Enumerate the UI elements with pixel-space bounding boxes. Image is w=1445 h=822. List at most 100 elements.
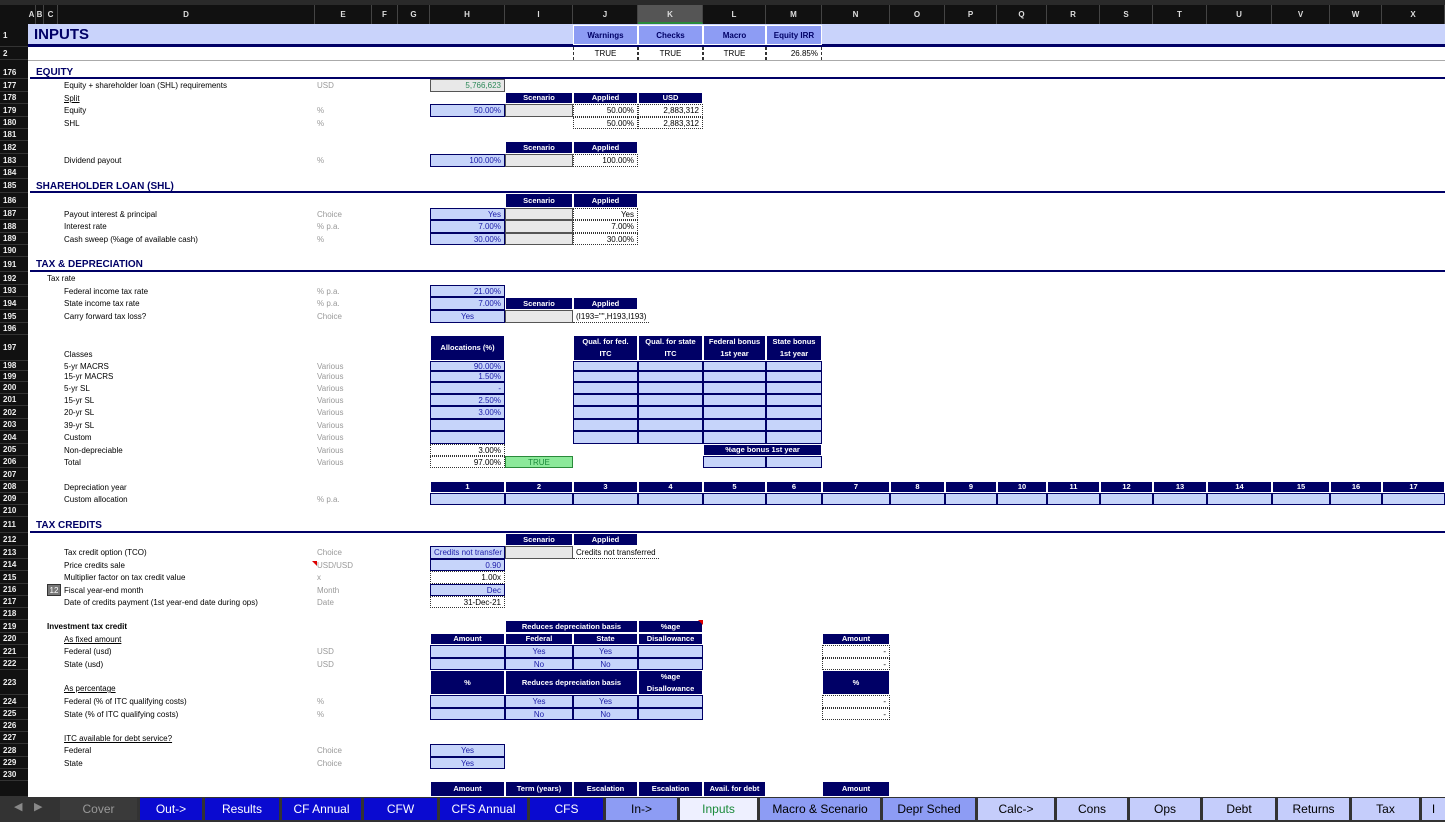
- row-header[interactable]: 225: [0, 708, 28, 720]
- tab-macro-scenario[interactable]: Macro & Scenario: [760, 798, 883, 820]
- scenario-input-cell[interactable]: [505, 220, 573, 233]
- row-header[interactable]: 208: [0, 481, 28, 493]
- row-header[interactable]: 204: [0, 431, 28, 444]
- input-cell[interactable]: No: [573, 708, 638, 720]
- input-cell[interactable]: [430, 695, 505, 708]
- row-header[interactable]: 181: [0, 129, 28, 141]
- row-header[interactable]: 198: [0, 361, 28, 371]
- input-cell[interactable]: [766, 406, 822, 419]
- row-header[interactable]: 183: [0, 154, 28, 167]
- row-header[interactable]: 191: [0, 257, 28, 272]
- input-cell[interactable]: Credits not transfer: [430, 546, 505, 559]
- input-cell[interactable]: 3.00%: [430, 406, 505, 419]
- input-cell[interactable]: [430, 708, 505, 720]
- row-header[interactable]: 220: [0, 633, 28, 645]
- input-cell[interactable]: [573, 361, 638, 371]
- tab-cfw[interactable]: CFW: [364, 798, 440, 820]
- row-header[interactable]: 199: [0, 371, 28, 382]
- input-cell[interactable]: [638, 394, 703, 406]
- input-cell[interactable]: [766, 382, 822, 394]
- input-cell[interactable]: [573, 382, 638, 394]
- row-header[interactable]: 200: [0, 382, 28, 394]
- column-header-d[interactable]: D: [58, 5, 315, 24]
- input-cell[interactable]: [890, 493, 945, 505]
- scenario-input-cell[interactable]: [505, 104, 573, 117]
- row-header[interactable]: 182: [0, 141, 28, 154]
- input-cell[interactable]: 21.00%: [430, 285, 505, 297]
- tab-cover[interactable]: Cover: [60, 798, 140, 820]
- input-cell[interactable]: Yes: [430, 744, 505, 757]
- tab-cf-annual[interactable]: CF Annual: [282, 798, 364, 820]
- input-cell[interactable]: Dec: [430, 584, 505, 596]
- row-header[interactable]: 214: [0, 559, 28, 571]
- column-header-k[interactable]: K: [638, 5, 703, 24]
- input-cell[interactable]: [766, 371, 822, 382]
- column-header-c[interactable]: C: [44, 5, 58, 24]
- input-cell[interactable]: [638, 419, 703, 431]
- input-cell[interactable]: [430, 493, 505, 505]
- tab-calc[interactable]: Calc->: [978, 798, 1057, 820]
- input-cell[interactable]: [573, 406, 638, 419]
- input-cell[interactable]: [822, 493, 890, 505]
- column-header-f[interactable]: F: [372, 5, 398, 24]
- row-header[interactable]: 230: [0, 769, 28, 781]
- tab-returns[interactable]: Returns: [1278, 798, 1352, 820]
- row-header[interactable]: 196: [0, 323, 28, 335]
- input-cell[interactable]: 7.00%: [430, 297, 505, 310]
- scenario-input-cell[interactable]: [505, 208, 573, 220]
- input-cell[interactable]: [638, 708, 703, 720]
- tab-results[interactable]: Results: [205, 798, 282, 820]
- input-cell[interactable]: [1153, 493, 1207, 505]
- input-cell[interactable]: [703, 382, 766, 394]
- input-cell[interactable]: [766, 493, 822, 505]
- scenario-input-cell[interactable]: [505, 233, 573, 245]
- scenario-input-cell[interactable]: [505, 546, 573, 559]
- row-header[interactable]: 185: [0, 179, 28, 193]
- row-header[interactable]: 217: [0, 596, 28, 608]
- column-header-t[interactable]: T: [1153, 5, 1207, 24]
- input-cell[interactable]: [1207, 493, 1272, 505]
- column-header-j[interactable]: J: [573, 5, 638, 24]
- input-cell[interactable]: Yes: [573, 695, 638, 708]
- input-cell[interactable]: [703, 419, 766, 431]
- row-header[interactable]: 210: [0, 505, 28, 517]
- tab-ops[interactable]: Ops: [1130, 798, 1203, 820]
- column-header-q[interactable]: Q: [997, 5, 1047, 24]
- input-cell[interactable]: [573, 431, 638, 444]
- input-cell[interactable]: [945, 493, 997, 505]
- row-header[interactable]: 206: [0, 456, 28, 468]
- tab-tax[interactable]: Tax: [1352, 798, 1422, 820]
- input-cell[interactable]: [703, 493, 766, 505]
- input-cell[interactable]: [573, 419, 638, 431]
- input-cell[interactable]: [703, 361, 766, 371]
- column-header-a[interactable]: A: [28, 5, 36, 24]
- row-header[interactable]: 177: [0, 79, 28, 92]
- tab-depr-sched[interactable]: Depr Sched: [883, 798, 978, 820]
- input-cell[interactable]: No: [573, 658, 638, 670]
- row-header[interactable]: 216: [0, 584, 28, 596]
- tab-debt[interactable]: Debt: [1203, 798, 1278, 820]
- tab-in[interactable]: In->: [606, 798, 680, 820]
- tab-cons[interactable]: Cons: [1057, 798, 1130, 820]
- tab-scroll-left-icon[interactable]: ◀: [14, 800, 22, 813]
- input-cell[interactable]: [766, 361, 822, 371]
- row-header[interactable]: 195: [0, 310, 28, 323]
- row-header[interactable]: 2: [0, 47, 28, 60]
- column-header-n[interactable]: N: [822, 5, 890, 24]
- row-header[interactable]: 201: [0, 394, 28, 406]
- input-cell[interactable]: [997, 493, 1047, 505]
- column-header-p[interactable]: P: [945, 5, 997, 24]
- column-header-g[interactable]: G: [398, 5, 430, 24]
- tab-cfs-annual[interactable]: CFS Annual: [440, 798, 530, 820]
- input-cell[interactable]: [638, 382, 703, 394]
- row-header[interactable]: 187: [0, 208, 28, 220]
- row-header[interactable]: 207: [0, 468, 28, 481]
- row-header[interactable]: 213: [0, 546, 28, 559]
- column-header-u[interactable]: U: [1207, 5, 1272, 24]
- row-header[interactable]: 176: [0, 66, 28, 79]
- input-cell[interactable]: [573, 493, 638, 505]
- row-header[interactable]: 202: [0, 406, 28, 419]
- column-header-o[interactable]: O: [890, 5, 945, 24]
- row-header[interactable]: 180: [0, 117, 28, 129]
- input-cell[interactable]: [430, 419, 505, 431]
